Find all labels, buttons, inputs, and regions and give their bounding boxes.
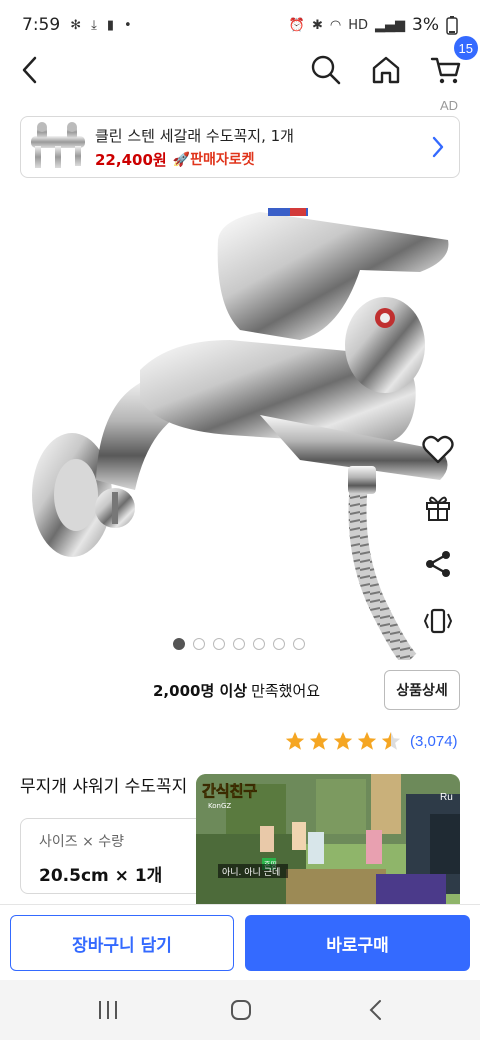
bluetooth-icon: ✱ [311, 17, 323, 33]
battery-icon [446, 16, 458, 35]
cart-count-badge: 15 [453, 36, 478, 60]
pagination-dot[interactable] [213, 638, 225, 650]
pagination-dot[interactable] [293, 638, 305, 650]
search-icon [311, 55, 341, 85]
system-back-button[interactable] [356, 994, 396, 1026]
cart-button[interactable]: 15 [428, 36, 478, 88]
share-icon [426, 551, 450, 577]
back-chevron-icon [369, 1000, 381, 1020]
video-title: 간식친구 [202, 782, 257, 800]
pagination-dot[interactable] [173, 638, 185, 650]
top-nav: 15 [0, 36, 480, 96]
side-action-bar [416, 430, 460, 658]
star-full-icon [309, 731, 329, 750]
buy-now-button[interactable]: 바로구매 [245, 915, 470, 971]
product-title: 무지개 샤워기 수도꼭지 [20, 777, 188, 797]
share-button[interactable] [418, 544, 458, 584]
floating-video-player[interactable]: 간식친구 KonGZ Ru 혼띵 아니. 아니 근데 [196, 774, 460, 920]
battery-percent: 3% [412, 15, 439, 35]
cart-icon [430, 57, 461, 84]
gift-icon [426, 496, 450, 521]
back-arrow-icon [22, 56, 37, 84]
pagination-dot[interactable] [193, 638, 205, 650]
video-subtitle: 아니. 아니 근데 [222, 867, 280, 878]
satisfaction-count: 2,000명 이상 [153, 682, 248, 700]
video-channel: KonGZ [208, 802, 231, 810]
pagination-dot[interactable] [273, 638, 285, 650]
system-navigation-bar [0, 980, 480, 1040]
ad-product-thumbnail [23, 118, 93, 176]
vibrate-button[interactable] [418, 601, 458, 641]
wifi-icon: ◠ [329, 17, 342, 33]
ad-product-title: 클린 스텐 세갈래 수도꼭지, 1개 [95, 126, 294, 145]
recent-apps-button[interactable] [88, 994, 128, 1026]
purchase-bar: 장바구니 담기 바로구매 [0, 904, 480, 980]
fan-icon: ✻ [70, 17, 82, 33]
ad-product-price: 22,400원 [95, 150, 167, 169]
sponsored-product-card[interactable]: 클린 스텐 세갈래 수도꼭지, 1개 22,400원 🚀판매자로켓 [20, 116, 460, 178]
review-count[interactable]: (3,074) [410, 733, 458, 750]
alarm-icon: ⏰ [288, 17, 305, 33]
star-full-icon [333, 731, 353, 750]
vibrate-icon [423, 608, 453, 634]
seller-rocket-badge: 🚀판매자로켓 [172, 152, 255, 168]
recent-apps-icon [99, 1001, 117, 1019]
product-main-image[interactable] [0, 190, 480, 667]
status-bar: 7:59 ✻ ⤓ ▮ • ⏰ ✱ ◠ HD ▂▄▆ 3% [0, 0, 480, 50]
wishlist-button[interactable] [418, 430, 458, 470]
heart-icon [422, 435, 454, 464]
home-button[interactable] [368, 52, 404, 88]
ad-label: AD [439, 98, 458, 113]
search-button[interactable] [308, 52, 344, 88]
hd-icon: HD [348, 17, 369, 33]
add-to-cart-button[interactable]: 장바구니 담기 [10, 915, 234, 971]
back-button[interactable] [12, 52, 48, 88]
image-pagination-dots [173, 638, 305, 650]
signal-icon: ▂▄▆ [375, 17, 406, 33]
satisfaction-text: 2,000명 이상 만족했어요 [153, 680, 320, 701]
pagination-dot[interactable] [253, 638, 265, 650]
chevron-right-icon [432, 136, 444, 158]
dot-icon: • [124, 17, 132, 33]
video-corner-tag: Ru [440, 792, 453, 803]
home-circle-icon [231, 1000, 251, 1020]
download-icon: ⤓ [91, 17, 97, 33]
pagination-dot[interactable] [233, 638, 245, 650]
star-full-icon [285, 731, 305, 750]
gift-button[interactable] [418, 487, 458, 527]
star-half-icon [381, 731, 401, 750]
home-icon [372, 56, 400, 84]
rating-summary[interactable]: (3,074) [284, 730, 458, 752]
star-full-icon [357, 731, 377, 750]
home-system-button[interactable] [221, 994, 261, 1026]
status-time: 7:59 [22, 15, 61, 35]
battery-alert-icon: ▮ [106, 17, 114, 33]
satisfaction-suffix: 만족했어요 [251, 682, 321, 700]
product-detail-button[interactable]: 상품상세 [384, 670, 460, 710]
